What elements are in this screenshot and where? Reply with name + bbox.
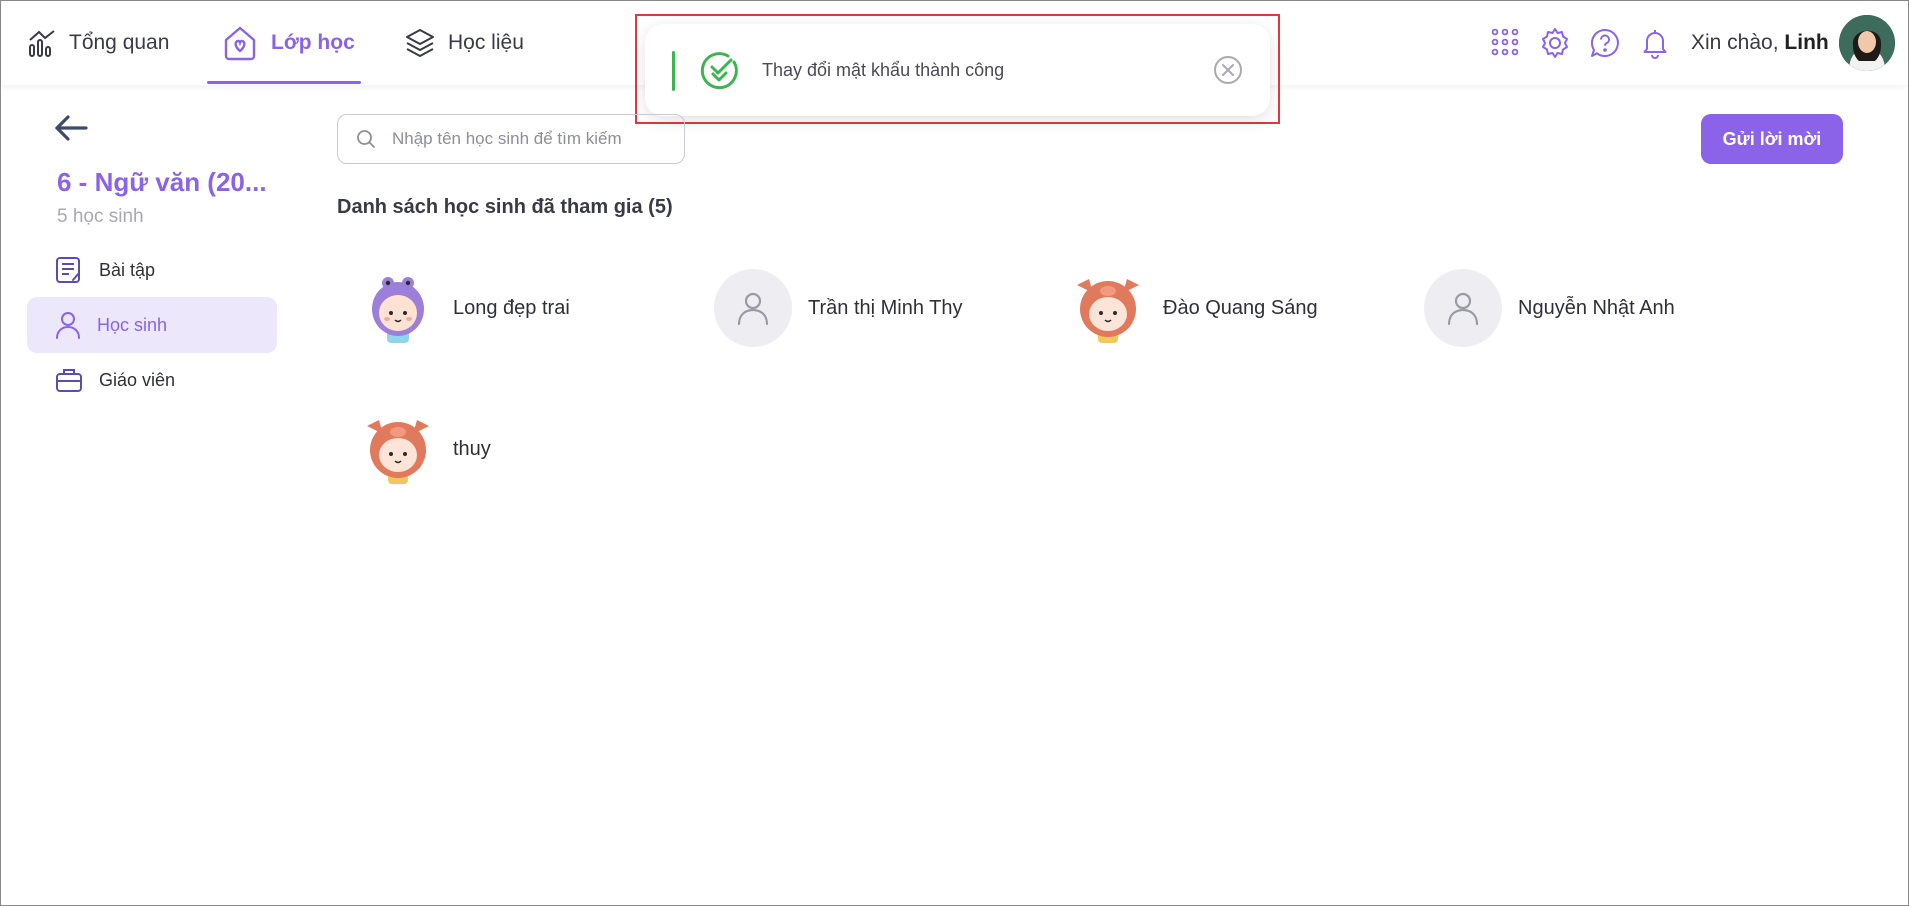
chart-icon	[29, 30, 55, 57]
toast-message: Thay đổi mật khẩu thành công	[762, 60, 1005, 80]
back-arrow-icon[interactable]	[53, 113, 89, 143]
assignment-icon	[56, 257, 80, 283]
student-card[interactable]: Nguyễn Nhật Anh	[1424, 269, 1675, 347]
nav-lop-hoc-label: Lớp học	[271, 31, 355, 54]
nav-tong-quan[interactable]: Tổng quan	[27, 1, 169, 85]
user-avatar[interactable]	[1839, 15, 1895, 71]
student-card[interactable]: Long đẹp trai	[359, 269, 570, 347]
apps-grid-icon[interactable]	[1489, 27, 1521, 59]
sidebar-item-hoc-sinh[interactable]: Học sinh	[27, 297, 277, 353]
student-card[interactable]: Trần thị Minh Thy	[714, 269, 963, 347]
help-icon[interactable]	[1589, 27, 1621, 59]
student-name: Long đẹp trai	[453, 296, 570, 319]
nav-lop-hoc[interactable]: Lớp học	[221, 1, 355, 85]
class-home-icon	[224, 26, 256, 61]
send-invite-button[interactable]: Gửi lời mời	[1701, 114, 1843, 164]
sidebar-item-label: Học sinh	[97, 314, 168, 335]
pig-boy-avatar-icon	[1069, 269, 1147, 347]
search-input[interactable]	[390, 128, 630, 150]
student-list-title: Danh sách học sinh đã tham gia (5)	[337, 196, 673, 218]
search-icon	[357, 130, 375, 148]
class-student-count: 5 học sinh	[57, 206, 144, 227]
nav-hoc-lieu[interactable]: Học liệu	[404, 1, 524, 85]
student-icon	[56, 312, 80, 339]
sidebar-item-bai-tap[interactable]: Bài tập	[27, 242, 277, 298]
teacher-briefcase-icon	[56, 369, 82, 392]
sidebar-item-label: Bài tập	[99, 259, 156, 280]
frog-girl-avatar-icon	[359, 269, 437, 347]
sidebar-item-giao-vien[interactable]: Giáo viên	[27, 352, 277, 408]
greeting: Xin chào, Linh	[1691, 31, 1829, 55]
user-name: Linh	[1784, 31, 1829, 54]
student-name: Trần thị Minh Thy	[808, 296, 963, 319]
default-user-avatar-icon	[714, 269, 792, 347]
toast-accent-bar	[672, 51, 675, 91]
student-name: Đào Quang Sáng	[1163, 296, 1318, 319]
gear-icon[interactable]	[1539, 27, 1571, 59]
student-card[interactable]: Đào Quang Sáng	[1069, 269, 1318, 347]
success-check-icon	[700, 52, 738, 90]
class-title: 6 - Ngữ văn (20...	[57, 167, 267, 197]
bell-icon[interactable]	[1639, 27, 1671, 59]
default-user-avatar-icon	[1424, 269, 1502, 347]
nav-tong-quan-label: Tổng quan	[69, 31, 170, 54]
user-photo-icon	[1839, 15, 1895, 71]
student-card[interactable]: thuy	[359, 410, 491, 488]
student-search[interactable]	[337, 114, 685, 164]
sidebar-item-label: Giáo viên	[99, 369, 176, 390]
nav-active-underline	[207, 81, 361, 84]
success-toast: Thay đổi mật khẩu thành công	[645, 24, 1270, 116]
nav-hoc-lieu-label: Học liệu	[448, 31, 524, 54]
greeting-prefix: Xin chào,	[1691, 31, 1779, 54]
layers-icon	[406, 29, 434, 57]
close-icon[interactable]	[1213, 55, 1243, 85]
student-name: thuy	[453, 437, 491, 460]
student-name: Nguyễn Nhật Anh	[1518, 296, 1675, 319]
pig-boy-avatar-icon	[359, 410, 437, 488]
